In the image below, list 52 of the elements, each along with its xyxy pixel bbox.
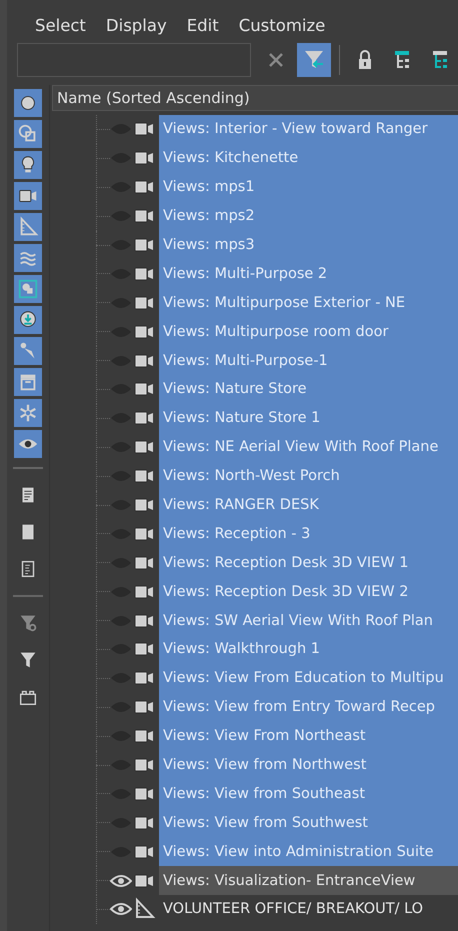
tree-item[interactable]: Views: Walkthrough 1 — [159, 635, 458, 664]
tree-item[interactable]: Views: NE Aerial View With Roof Plane — [159, 432, 458, 462]
filter-toggle[interactable] — [14, 120, 42, 148]
tree-item[interactable]: Views: RANGER DESK — [159, 490, 458, 520]
tree-item[interactable]: VOLUNTEER OFFICE/ BREAKOUT/ LO — [159, 895, 458, 924]
tree-item[interactable]: Views: SW Aerial View With Roof Plan — [159, 606, 458, 636]
filter-toggle[interactable] — [14, 182, 42, 210]
filter-toggle[interactable] — [14, 213, 42, 241]
group-icon — [17, 278, 39, 300]
tree-item[interactable]: Views: Multi-Purpose 2 — [159, 259, 458, 288]
filter-toggle[interactable] — [14, 89, 42, 117]
filter-toggle[interactable] — [14, 244, 42, 272]
menu-item[interactable]: Display — [96, 16, 177, 35]
tree-item[interactable]: Views: Visualization- EntranceView — [159, 866, 458, 896]
filter-toggle[interactable] — [14, 399, 42, 427]
tree-item[interactable]: Views: Nature Store 1 — [159, 404, 458, 433]
column-header[interactable]: Name (Sorted Ascending) — [52, 85, 458, 111]
menu-item[interactable]: Edit — [176, 16, 229, 35]
tree-item[interactable]: Views: Reception Desk 3D VIEW 1 — [159, 548, 458, 578]
tree-item[interactable]: Views: Multi-Purpose-1 — [159, 346, 458, 376]
tree-item[interactable]: Views: Reception - 3 — [159, 519, 458, 548]
tree-item[interactable]: Views: Multipurpose Exterior - NE — [159, 288, 458, 318]
tree-item[interactable]: Views: mps3 — [159, 230, 458, 260]
tree-item[interactable]: Views: Nature Store — [159, 375, 458, 404]
filter-button[interactable] — [297, 43, 332, 77]
tree-item[interactable]: Views: View from Northwest — [159, 750, 458, 780]
tree-item[interactable]: Views: View From Education to Multipu — [159, 664, 458, 693]
tree-item[interactable]: Views: North-West Porch — [159, 462, 458, 491]
filter-toggle[interactable] — [14, 151, 42, 179]
tree-item[interactable]: Views: View From Northeast — [159, 722, 458, 751]
tree-item[interactable]: Views: Kitchenette — [159, 144, 458, 173]
tree-item[interactable]: Views: View into Administration Suite — [159, 837, 458, 866]
search-field[interactable] — [17, 43, 252, 77]
hidden-eye-icon[interactable] — [110, 237, 132, 253]
filter-toggle[interactable] — [14, 368, 42, 396]
tree-item[interactable]: Views: Reception Desk 3D VIEW 2 — [159, 577, 458, 606]
tree-item[interactable]: Views: Interior - View toward Ranger — [159, 115, 458, 144]
tree-item[interactable]: Views: mps1 — [159, 172, 458, 202]
filter-toggle[interactable] — [14, 275, 42, 303]
menu-item[interactable]: Customize — [228, 16, 336, 35]
filter-toggle[interactable] — [14, 306, 42, 334]
filter-toggle[interactable] — [14, 337, 42, 365]
tree-item[interactable]: Views: View from Southwest — [159, 808, 458, 838]
eye-icon[interactable] — [110, 872, 132, 889]
eye-icon[interactable] — [110, 901, 132, 918]
menu-item[interactable]: Select — [25, 16, 96, 35]
tree-item[interactable]: Views: mps2 — [159, 202, 458, 231]
tree-item[interactable]: Views: View from Entry Toward Recep — [159, 692, 458, 722]
tree-item[interactable]: Views: Multipurpose room door — [159, 317, 458, 346]
filter-toggle[interactable] — [14, 430, 42, 458]
snowflake-icon — [17, 402, 39, 424]
tree-item[interactable]: Views: View from Southeast — [159, 779, 458, 808]
